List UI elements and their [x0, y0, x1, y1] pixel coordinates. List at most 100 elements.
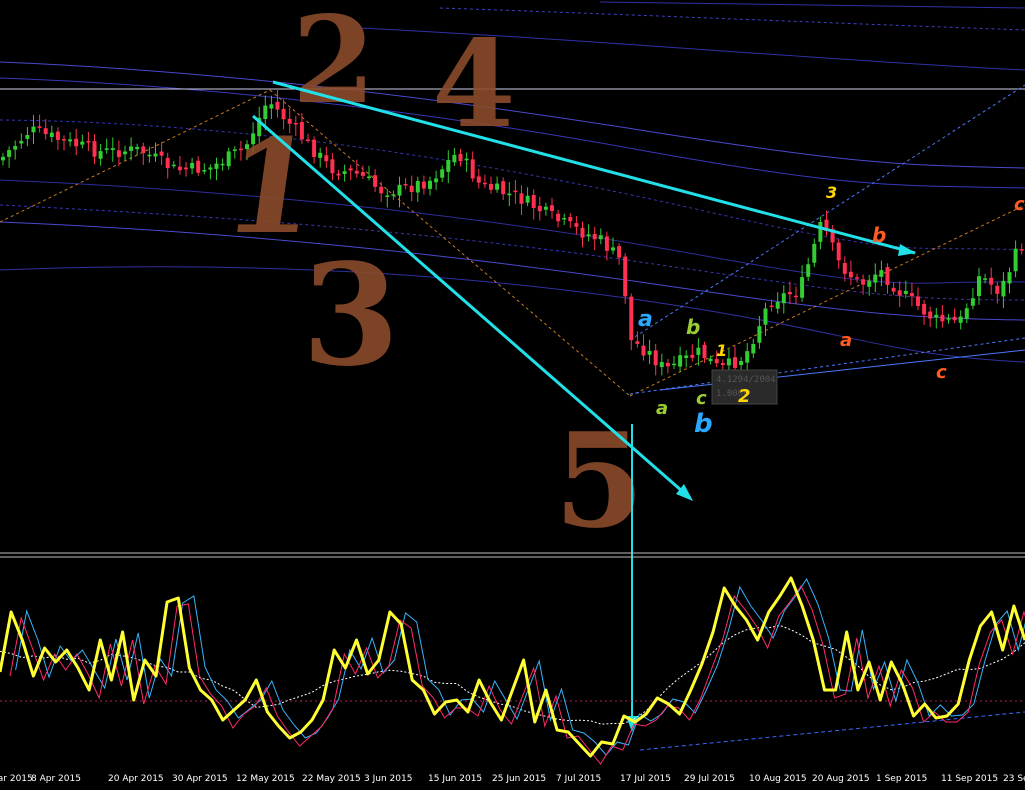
subwave-label-a-blue: a	[638, 307, 653, 332]
candle-body	[909, 293, 914, 297]
date-label: 25 Jun 2015	[492, 774, 546, 784]
candle-body	[702, 344, 707, 359]
candle-body	[123, 151, 127, 155]
candle-body	[531, 195, 536, 209]
date-label: 30 Apr 2015	[172, 774, 228, 784]
candle-body	[708, 358, 713, 362]
candle-body	[214, 163, 219, 169]
subwave-label-b-orange: b	[872, 223, 886, 247]
subwave-label-c-green: c	[696, 388, 707, 409]
candle-body	[922, 303, 927, 315]
candle-body	[482, 182, 487, 185]
candle-body	[177, 166, 182, 171]
candle-body	[842, 263, 847, 274]
date-label: 15 Jun 2015	[428, 774, 482, 784]
candle-body	[348, 168, 353, 171]
candle-body	[165, 157, 170, 169]
candle-body	[970, 298, 975, 306]
candle-body	[867, 281, 872, 287]
candle-body	[537, 205, 542, 212]
candle-body	[940, 314, 945, 322]
candle-body	[897, 290, 902, 296]
candle-body	[129, 146, 134, 151]
candle-body	[1007, 272, 1012, 284]
candle-body	[598, 235, 603, 240]
candle-body	[745, 351, 750, 363]
candle-body	[733, 357, 737, 368]
subwave-label-c-orange-edge: c	[1014, 194, 1025, 215]
candle-body	[367, 176, 371, 179]
candle-body	[80, 141, 85, 145]
candle-body	[592, 233, 597, 240]
candle-body	[379, 186, 384, 194]
date-label: 20 Aug 2015	[812, 774, 870, 784]
candle-body	[190, 162, 195, 169]
tooltip-line-1: 4.1294/2004	[716, 375, 776, 385]
candle-body	[275, 101, 280, 110]
candle-body	[623, 256, 628, 297]
date-label: 20 Apr 2015	[108, 774, 164, 784]
candle-body	[55, 131, 60, 140]
candle-body	[92, 141, 97, 157]
candle-body	[37, 126, 42, 128]
candle-body	[995, 285, 1000, 294]
candle-body	[629, 296, 634, 341]
candle-body	[458, 153, 463, 162]
candle-body	[110, 148, 115, 150]
candle-body	[916, 296, 920, 306]
candle-body	[159, 151, 164, 156]
candle-body	[983, 278, 988, 280]
candle-body	[836, 242, 841, 261]
candle-body	[964, 308, 969, 319]
candle-body	[659, 361, 664, 368]
candle-body	[208, 167, 213, 170]
subwave-label-a-orange: a	[840, 330, 852, 351]
trading-chart-window[interactable]: 4.1294/2004 1.0000 1 2 3 4 5 a b a c b 1…	[0, 0, 1025, 790]
subwave-label-3-gold: 3	[826, 183, 837, 202]
candle-body	[543, 206, 548, 210]
candle-body	[873, 274, 878, 283]
candle-body	[574, 223, 579, 227]
candle-body	[434, 178, 439, 183]
candle-body	[568, 217, 573, 222]
candlestick	[623, 253, 628, 304]
candle-body	[787, 292, 792, 295]
candle-body	[220, 163, 225, 166]
candle-body	[452, 154, 457, 163]
candle-body	[86, 141, 91, 143]
candle-body	[19, 140, 24, 144]
subwave-label-b-blue: b	[694, 409, 713, 439]
candle-body	[891, 287, 896, 292]
candle-body	[13, 146, 18, 150]
candle-body	[385, 195, 390, 197]
date-label: 22 May 2015	[302, 774, 361, 784]
candle-body	[641, 345, 646, 356]
candle-body	[580, 227, 585, 238]
date-label: 1 Sep 2015	[876, 774, 927, 784]
candle-body	[489, 183, 493, 190]
candle-body	[556, 213, 561, 222]
subwave-label-2-gold: 2	[738, 386, 751, 407]
candle-body	[946, 318, 951, 320]
candle-body	[812, 243, 817, 263]
candle-body	[428, 180, 432, 189]
candle-body	[885, 267, 890, 285]
chart-canvas[interactable]: 4.1294/2004 1.0000 1 2 3 4 5 a b a c b 1…	[0, 0, 1025, 790]
subwave-label-a-green: a	[656, 398, 668, 419]
candle-body	[562, 218, 567, 220]
candle-body	[476, 176, 481, 183]
candle-body	[678, 355, 683, 367]
candle-body	[171, 164, 176, 167]
candle-body	[116, 150, 121, 158]
candle-body	[690, 354, 695, 358]
candle-body	[879, 270, 884, 277]
candle-body	[98, 151, 103, 159]
candle-body	[1019, 249, 1024, 251]
candle-body	[635, 341, 640, 344]
candle-body	[617, 246, 622, 258]
candle-body	[525, 195, 530, 203]
candle-body	[495, 183, 500, 190]
candle-body	[818, 222, 823, 242]
date-label: 3 Jun 2015	[364, 774, 412, 784]
wave-label-4: 4	[432, 14, 516, 155]
